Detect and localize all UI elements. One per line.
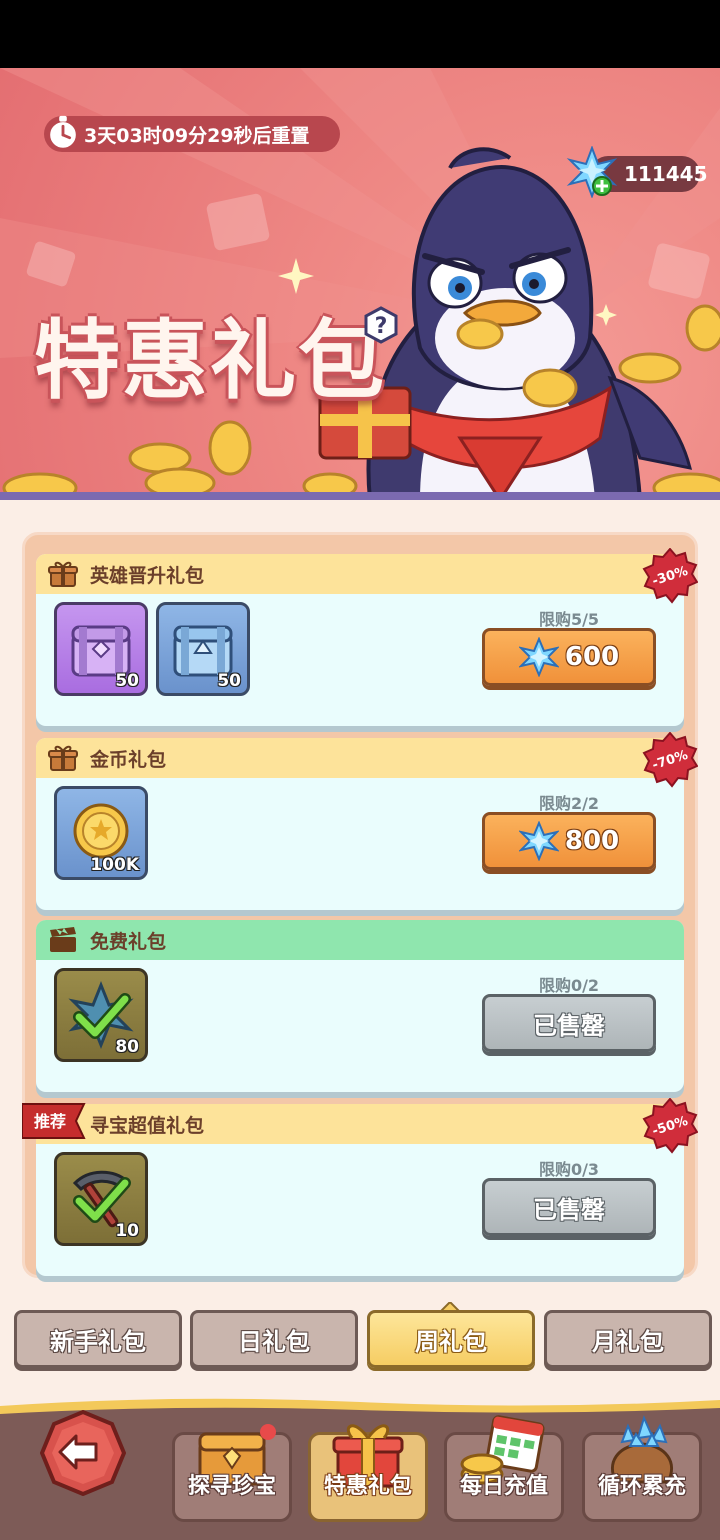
pack-card-hero-promotion: 英雄晋升礼包 -30% 50 50 限购5/5 600 (36, 547, 699, 726)
nav-label: 特惠礼包 (323, 1474, 412, 1499)
nav-label: 循环累充 (597, 1474, 686, 1499)
pack-title: 金币礼包 (90, 748, 167, 771)
pack-title: 免费礼包 (90, 930, 167, 953)
buy-price: 800 (564, 826, 620, 856)
pack-title: 寻宝超值礼包 (90, 1114, 205, 1137)
banner-title: 特惠礼包 (34, 311, 386, 411)
crystal-icon (518, 637, 559, 677)
tab-weekly-pack[interactable]: 周礼包 (367, 1310, 535, 1368)
status-bar (0, 0, 720, 68)
purchase-limit: 限购5/5 (538, 610, 600, 629)
pack-header: 寻宝超值礼包 (36, 1104, 684, 1144)
recommend-badge: 推荐 (21, 1102, 86, 1140)
pack-header: 英雄晋升礼包 (36, 554, 684, 594)
reward-item[interactable]: 50 (54, 602, 148, 696)
reward-item[interactable]: 100K (54, 786, 148, 880)
tab-daily-pack[interactable]: 日礼包 (190, 1310, 358, 1368)
pack-title: 英雄晋升礼包 (90, 564, 205, 587)
svg-text:?: ? (375, 314, 388, 339)
recommend-label: 推荐 (33, 1112, 66, 1131)
crystal-icon (518, 821, 559, 861)
nav-label: 每日充值 (459, 1474, 548, 1499)
nav-daily-recharge[interactable]: 每日充值 (444, 1412, 564, 1522)
video-clapper-icon (50, 927, 76, 952)
reward-item[interactable]: 10 (54, 1152, 148, 1246)
tab-monthly-pack[interactable]: 月礼包 (544, 1310, 712, 1368)
buy-button[interactable]: 600 (482, 628, 656, 686)
pack-header: 金币礼包 (36, 738, 684, 778)
nav-label: 探寻珍宝 (187, 1474, 276, 1499)
sold-out-button[interactable]: 已售罄 (482, 1178, 656, 1236)
discount-badge: -30% (642, 547, 699, 604)
purchase-limit: 限购0/3 (538, 1160, 600, 1179)
tab-newbie-pack[interactable]: 新手礼包 (14, 1310, 182, 1368)
pack-card-free: 免费礼包 80 限购0/2 已售罄 (36, 920, 684, 1092)
gift-icon (48, 561, 78, 587)
nav-treasure-hunt[interactable]: 探寻珍宝 (172, 1412, 292, 1522)
stopwatch-icon (47, 115, 79, 151)
discount-badge: -50% (642, 1097, 699, 1154)
item-count: 50 (115, 671, 139, 691)
gift-icon (48, 745, 78, 771)
pack-header: 免费礼包 (36, 920, 684, 960)
back-button[interactable] (40, 1410, 126, 1496)
buy-price: 600 (564, 642, 620, 672)
pack-card-gold: 金币礼包 -70% 100K 限购2/2 800 (36, 731, 699, 910)
item-count: 100K (90, 855, 139, 875)
pack-card-treasure: 寻宝超值礼包 推荐 -50% 10 限购0/3 已售罄 (21, 1097, 699, 1276)
nav-cumulative-recharge[interactable]: 循环累充 (582, 1412, 702, 1522)
sold-out-button[interactable]: 已售罄 (482, 994, 656, 1052)
buy-button[interactable]: 800 (482, 812, 656, 870)
item-count: 10 (115, 1221, 139, 1241)
item-count: 80 (115, 1037, 139, 1057)
purchase-limit: 限购2/2 (538, 794, 600, 813)
item-count: 50 (217, 671, 241, 691)
nav-special-pack[interactable]: 特惠礼包 (308, 1412, 428, 1522)
discount-badge: -70% (642, 731, 699, 788)
help-icon[interactable]: ? (362, 306, 400, 344)
tab-bar: 新手礼包 日礼包 周礼包 月礼包 (0, 1310, 720, 1372)
reward-item[interactable]: 50 (156, 602, 250, 696)
purchase-limit: 限购0/2 (538, 976, 600, 995)
bottom-nav: 探寻珍宝 特惠礼包 每日充值 循环累充 (0, 1392, 720, 1540)
banner: 3天03时09分29秒后重置 111445 特惠礼包 ? (0, 68, 720, 500)
banner-divider (0, 492, 720, 500)
reward-item[interactable]: 80 (54, 968, 148, 1062)
